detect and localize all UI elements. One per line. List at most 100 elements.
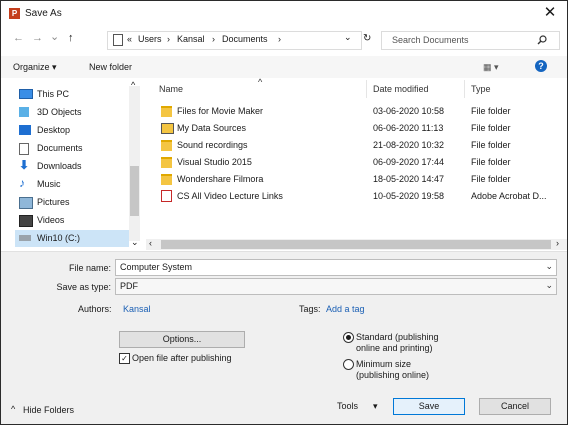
sidebar-item-label: Desktop xyxy=(37,125,71,135)
sidebar-item-3d-objects[interactable]: 3D Objects xyxy=(19,104,127,121)
sidebar-item-music[interactable]: ♪ Music xyxy=(19,176,127,193)
file-type: Adobe Acrobat D... xyxy=(471,191,547,201)
breadcrumb-separator-icon: › xyxy=(167,34,170,44)
sidebar-item-pictures[interactable]: Pictures xyxy=(19,194,127,211)
sidebar-item-desktop[interactable]: Desktop xyxy=(19,122,127,139)
sidebar-item-downloads[interactable]: ⬇ Downloads xyxy=(19,158,127,175)
address-location-icon xyxy=(113,34,123,46)
file-name-field[interactable]: Computer System ⌄ xyxy=(115,259,557,276)
sidebar-item-label: Win10 (C:) xyxy=(37,233,81,243)
file-date: 06-09-2020 17:44 xyxy=(373,157,445,167)
list-item[interactable]: Visual Studio 2015 06-09-2020 17:44 File… xyxy=(159,155,559,170)
cube-icon xyxy=(19,107,29,117)
change-view-icon[interactable]: ▦ ▾ xyxy=(483,62,499,73)
optimize-standard-label-line1: Standard (publishing xyxy=(356,332,439,342)
list-item[interactable]: Sound recordings 21-08-2020 10:32 File f… xyxy=(159,138,559,153)
scroll-up-arrow-icon[interactable]: ^ xyxy=(131,80,135,90)
optimize-standard-radio[interactable] xyxy=(343,332,354,343)
list-item[interactable]: My Data Sources 06-06-2020 11:13 File fo… xyxy=(159,121,559,136)
close-button[interactable]: ✕ xyxy=(542,4,558,22)
sidebar-item-label: This PC xyxy=(37,89,70,99)
sidebar-scrollbar[interactable] xyxy=(129,86,140,241)
add-tag-link[interactable]: Add a tag xyxy=(326,304,365,314)
open-after-publishing-label: Open file after publishing xyxy=(132,353,232,363)
optimize-minimum-label-line1: Minimum size xyxy=(356,359,412,369)
download-icon: ⬇ xyxy=(19,158,30,172)
desktop-icon xyxy=(19,125,31,135)
recent-locations-chevron-icon[interactable]: ⌄ xyxy=(50,30,59,43)
back-arrow-icon[interactable]: ← xyxy=(13,32,24,44)
scroll-down-arrow-icon[interactable]: ⌄ xyxy=(131,237,139,248)
file-type: File folder xyxy=(471,157,511,167)
data-sources-icon xyxy=(161,123,174,134)
list-item[interactable]: CS All Video Lecture Links 10-05-2020 19… xyxy=(159,189,559,204)
save-as-type-value: PDF xyxy=(120,281,138,291)
hide-folders-button[interactable]: Hide Folders xyxy=(23,405,74,415)
file-date: 21-08-2020 10:32 xyxy=(373,140,445,150)
folder-icon xyxy=(161,174,172,185)
document-icon xyxy=(19,143,29,155)
sidebar-item-documents[interactable]: Documents xyxy=(19,140,127,157)
breadcrumb-documents[interactable]: Documents xyxy=(222,34,268,44)
authors-label: Authors: xyxy=(78,304,112,314)
cancel-button[interactable]: Cancel xyxy=(479,398,551,415)
title-bar xyxy=(1,1,567,27)
search-icon[interactable] xyxy=(537,35,547,45)
sidebar-item-label: Documents xyxy=(37,143,83,153)
scroll-left-arrow-icon[interactable]: ‹ xyxy=(149,238,152,248)
horizontal-scrollbar-thumb[interactable] xyxy=(161,240,551,249)
folder-icon xyxy=(161,140,172,151)
sidebar-scrollbar-thumb[interactable] xyxy=(130,166,139,216)
file-date: 06-06-2020 11:13 xyxy=(373,123,444,133)
breadcrumb-users[interactable]: Users xyxy=(138,34,162,44)
file-name-label: File name: xyxy=(68,263,111,273)
file-name: My Data Sources xyxy=(177,123,247,133)
sidebar-item-label: 3D Objects xyxy=(37,107,82,117)
forward-arrow-icon[interactable]: → xyxy=(32,32,43,44)
open-after-publishing-checkbox[interactable]: ✓ xyxy=(119,353,130,364)
file-type: File folder xyxy=(471,140,511,150)
authors-value[interactable]: Kansal xyxy=(123,304,151,314)
breadcrumb-kansal[interactable]: Kansal xyxy=(177,34,205,44)
refresh-icon[interactable]: ↻ xyxy=(363,33,371,44)
scroll-right-arrow-icon[interactable]: › xyxy=(556,238,559,248)
folder-icon xyxy=(161,106,172,117)
sidebar-item-label: Pictures xyxy=(37,197,70,207)
save-button[interactable]: Save xyxy=(393,398,465,415)
options-button[interactable]: Options... xyxy=(119,331,245,348)
pdf-icon xyxy=(161,190,172,202)
optimize-minimum-radio[interactable] xyxy=(343,359,354,370)
tools-button[interactable]: Tools xyxy=(337,401,358,411)
column-divider[interactable] xyxy=(464,80,465,98)
tags-label: Tags: xyxy=(299,304,321,314)
tools-dropdown-icon[interactable]: ▾ xyxy=(373,401,378,412)
column-header-type[interactable]: Type xyxy=(471,84,491,94)
breadcrumb-overflow[interactable]: « xyxy=(127,34,132,44)
sidebar-item-videos[interactable]: Videos xyxy=(19,212,127,229)
hide-folders-chevron-icon[interactable]: ^ xyxy=(11,404,15,414)
save-as-type-select[interactable]: PDF ⌄ xyxy=(115,278,557,295)
file-type: File folder xyxy=(471,174,511,184)
sidebar-item-win10-c[interactable]: Win10 (C:) xyxy=(15,230,129,247)
column-header-date-modified[interactable]: Date modified xyxy=(373,84,429,94)
new-folder-button[interactable]: New folder xyxy=(89,62,132,72)
sidebar-item-label: Videos xyxy=(37,215,65,225)
organize-button[interactable]: Organize ▾ xyxy=(13,62,57,73)
file-type: File folder xyxy=(471,123,511,133)
file-date: 03-06-2020 10:58 xyxy=(373,106,445,116)
chevron-down-icon[interactable]: ⌄ xyxy=(545,280,553,291)
list-item[interactable]: Files for Movie Maker 03-06-2020 10:58 F… xyxy=(159,104,559,119)
column-divider[interactable] xyxy=(366,80,367,98)
chevron-down-icon[interactable]: ⌄ xyxy=(545,261,553,272)
file-name: CS All Video Lecture Links xyxy=(177,191,283,201)
file-name: Sound recordings xyxy=(177,140,248,150)
breadcrumb-separator-icon: › xyxy=(278,34,281,44)
column-header-name[interactable]: Name xyxy=(159,84,183,94)
sidebar-item-this-pc[interactable]: This PC xyxy=(19,86,127,103)
breadcrumb-separator-icon: › xyxy=(212,34,215,44)
list-item[interactable]: Wondershare Filmora 18-05-2020 14:47 Fil… xyxy=(159,172,559,187)
address-dropdown-chevron-icon[interactable]: ⌄ xyxy=(344,32,352,43)
save-as-type-label: Save as type: xyxy=(56,282,111,292)
help-icon[interactable]: ? xyxy=(535,60,547,72)
up-arrow-icon[interactable]: ↑ xyxy=(68,32,74,44)
